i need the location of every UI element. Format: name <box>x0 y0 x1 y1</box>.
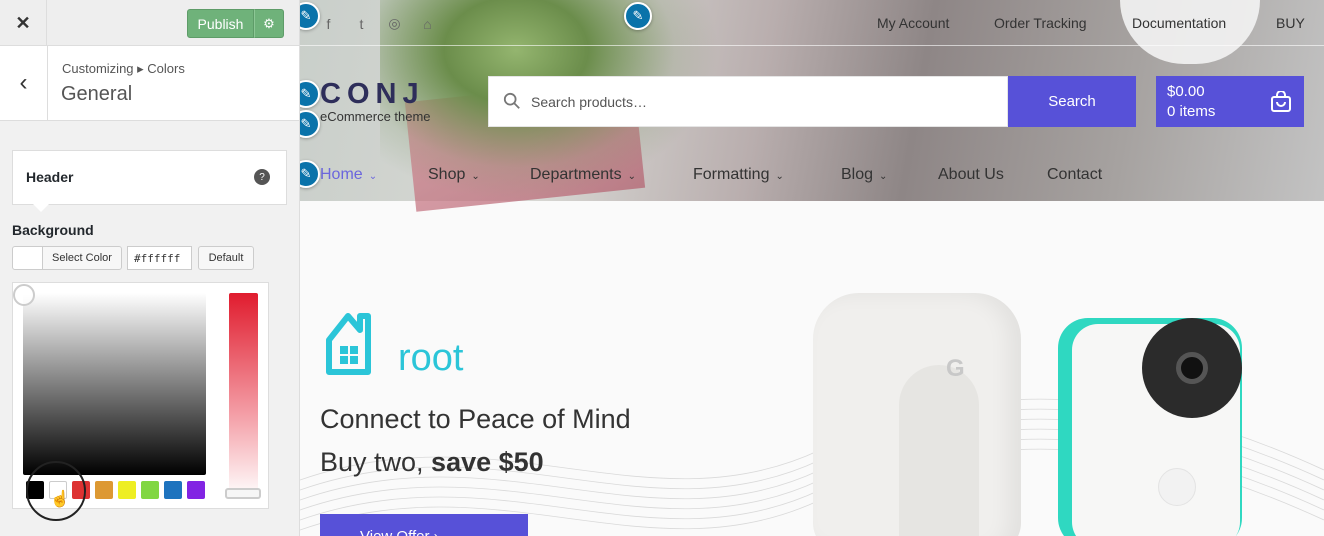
search-input[interactable]: Search products… <box>488 76 1008 127</box>
default-color-button[interactable]: Default <box>198 246 254 270</box>
brand-word: root <box>398 337 464 376</box>
chevron-down-icon: ⌄ <box>775 171 784 182</box>
nav-item-home[interactable]: Home ⌄ <box>320 166 377 184</box>
saturation-handle[interactable] <box>13 284 35 306</box>
publish-settings-button[interactable]: ⚙ <box>254 9 284 38</box>
google-logo: G <box>946 355 965 382</box>
nav-label: Home <box>320 166 363 183</box>
toplink-documentation[interactable]: Documentation <box>1132 15 1226 31</box>
publish-button[interactable]: Publish <box>187 9 254 38</box>
current-color-swatch[interactable] <box>12 246 43 270</box>
header-card-label: Header <box>26 169 74 185</box>
site-tagline: eCommerce theme <box>320 109 431 124</box>
customizer-topbar: ✕ Publish ⚙ <box>0 0 299 46</box>
nav-label: Formatting <box>693 166 770 183</box>
search-button[interactable]: Search <box>1008 76 1136 127</box>
palette-swatch-blue[interactable] <box>164 481 182 499</box>
hero-subhead: Buy two, save $50 <box>320 447 544 478</box>
section-title: General <box>61 83 133 105</box>
cart-button[interactable]: $0.00 0 items <box>1156 76 1304 127</box>
white-speaker-device: G <box>813 293 1021 536</box>
close-customizer-button[interactable]: ✕ <box>0 0 47 46</box>
nav-item-about-us[interactable]: About Us <box>938 166 1004 184</box>
nav-label: Shop <box>428 166 466 183</box>
search-icon <box>503 92 520 109</box>
nav-item-formatting[interactable]: Formatting ⌄ <box>693 166 784 184</box>
customizer-sidebar: ✕ Publish ⚙ ‹ Customizing ▸ Colors Gener… <box>0 0 300 536</box>
background-label: Background <box>12 222 94 238</box>
chevron-down-icon: ⌄ <box>471 171 480 182</box>
hero-headline: Connect to Peace of Mind <box>320 404 631 434</box>
top-divider <box>300 45 1324 46</box>
gear-icon: ⚙ <box>263 15 275 31</box>
card-caret <box>33 204 49 212</box>
help-icon[interactable]: ? <box>254 169 270 185</box>
section-header: ‹ Customizing ▸ Colors General <box>0 46 299 121</box>
palette-swatch-purple[interactable] <box>187 481 205 499</box>
hex-color-input[interactable]: #ffffff <box>127 246 192 270</box>
nav-item-blog[interactable]: Blog ⌄ <box>841 166 887 184</box>
github-icon[interactable]: ⌂ <box>419 15 436 32</box>
breadcrumb: Customizing ▸ Colors <box>62 61 185 76</box>
view-offer-button[interactable]: View Offer › <box>320 514 528 536</box>
hue-slider-handle[interactable] <box>225 488 261 499</box>
header-control-card[interactable]: Header ? <box>12 150 287 205</box>
edit-shortcut-icon[interactable]: ✎ <box>624 2 652 30</box>
shopping-bag-icon <box>1271 91 1291 112</box>
toplink-order-tracking[interactable]: Order Tracking <box>994 15 1087 31</box>
nav-item-shop[interactable]: Shop ⌄ <box>428 166 480 184</box>
chevron-down-icon: ⌄ <box>879 171 888 182</box>
cart-total: $0.00 <box>1167 83 1205 100</box>
nav-label: Departments <box>530 166 622 183</box>
nav-item-departments[interactable]: Departments ⌄ <box>530 166 636 184</box>
camera-lens-center <box>1176 352 1208 384</box>
search-placeholder: Search products… <box>531 94 647 110</box>
site-preview: f t ◎ ⌂ My Account Order Tracking Docume… <box>300 0 1324 536</box>
hand-cursor-icon: ☝ <box>50 491 70 508</box>
cart-count: 0 items <box>1167 103 1216 120</box>
chevron-down-icon: ⌄ <box>627 171 636 182</box>
saturation-area[interactable] <box>23 293 206 475</box>
subhead-offer: save $50 <box>431 447 544 477</box>
select-color-button[interactable]: Select Color <box>42 246 122 270</box>
site-logo[interactable]: CONJ <box>320 78 425 111</box>
subhead-prefix: Buy two, <box>320 447 432 477</box>
back-button[interactable]: ‹ <box>0 46 48 120</box>
twitter-icon[interactable]: t <box>353 15 370 32</box>
facebook-icon[interactable]: f <box>320 15 337 32</box>
nav-item-contact[interactable]: Contact <box>1047 166 1102 184</box>
device-stand <box>899 365 979 536</box>
mouse-photo <box>1120 0 1260 64</box>
toplink-my-account[interactable]: My Account <box>877 15 949 31</box>
palette-swatch-yellow[interactable] <box>118 481 136 499</box>
instagram-icon[interactable]: ◎ <box>386 15 403 32</box>
chevron-down-icon: ⌄ <box>368 171 378 182</box>
palette-swatch-orange[interactable] <box>95 481 113 499</box>
toplink-buy[interactable]: BUY <box>1276 15 1305 31</box>
root-brand-logo: root <box>326 313 464 376</box>
palette-swatch-green[interactable] <box>141 481 159 499</box>
camera-button <box>1158 468 1196 506</box>
hue-slider[interactable] <box>229 293 258 498</box>
nav-label: Blog <box>841 166 874 183</box>
